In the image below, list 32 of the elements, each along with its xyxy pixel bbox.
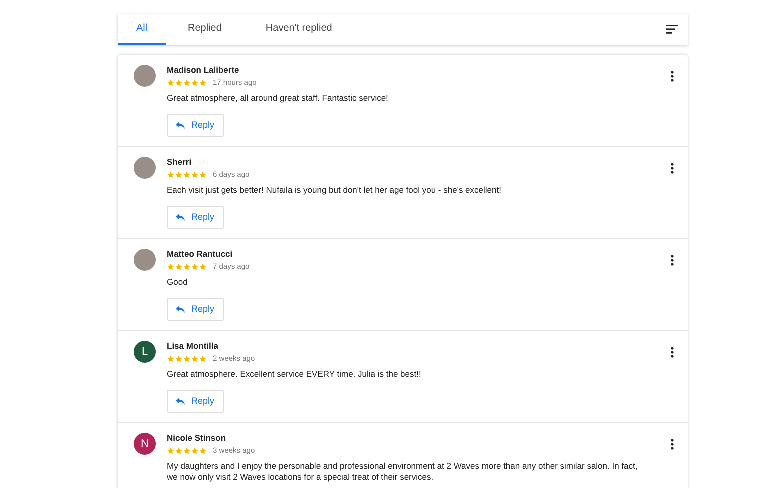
filter-tab[interactable]: Haven't replied xyxy=(244,14,354,45)
letter-avatar: L xyxy=(134,341,156,363)
more-options-icon[interactable] xyxy=(671,255,674,266)
letter-avatar: N xyxy=(134,433,156,455)
more-options-icon[interactable] xyxy=(671,71,674,82)
review-text: Great atmosphere, all around great staff. Fantastic service! xyxy=(167,93,390,104)
avatar-photo-placeholder xyxy=(134,157,156,179)
review-text: My daughters and I enjoy the personable and professional environment at 2 Waves more than any other similar salon. In fact, we now only visit 2 Waves locations for a special treat of their services. xyxy=(167,461,639,484)
sort-icon[interactable] xyxy=(666,25,678,34)
reply-button[interactable]: Reply xyxy=(167,390,224,414)
review-text: Good xyxy=(167,277,189,288)
reviewer-name: Sherri xyxy=(167,157,193,168)
reviewer-name: Lisa Montilla xyxy=(167,341,220,352)
reply-button[interactable]: Reply xyxy=(167,114,224,138)
reply-arrow-icon xyxy=(176,122,186,130)
reply-button[interactable]: Reply xyxy=(167,298,224,322)
reply-arrow-icon xyxy=(176,306,186,314)
review-text: Each visit just gets better! Nufaila is young but don't let her age fool you - she's excellent! xyxy=(167,185,502,196)
reply-arrow-icon xyxy=(176,398,186,406)
avatar-photo-placeholder xyxy=(134,249,156,271)
review-text: Great atmosphere. Excellent service EVERY time. Julia is the best!! xyxy=(167,369,422,380)
reply-arrow-icon xyxy=(176,214,186,222)
more-options-icon[interactable] xyxy=(671,163,674,174)
filter-tab[interactable]: Replied xyxy=(166,14,244,45)
reviewer-name: Matteo Rantucci xyxy=(167,249,234,260)
more-options-icon[interactable] xyxy=(671,347,674,358)
reviewer-name: Madison Laliberte xyxy=(167,65,240,76)
reviewer-name: Nicole Stinson xyxy=(167,433,228,444)
avatar-photo-placeholder xyxy=(134,65,156,87)
reply-button[interactable]: Reply xyxy=(167,206,224,230)
more-options-icon[interactable] xyxy=(671,439,674,450)
filter-tab[interactable]: All xyxy=(118,14,166,45)
